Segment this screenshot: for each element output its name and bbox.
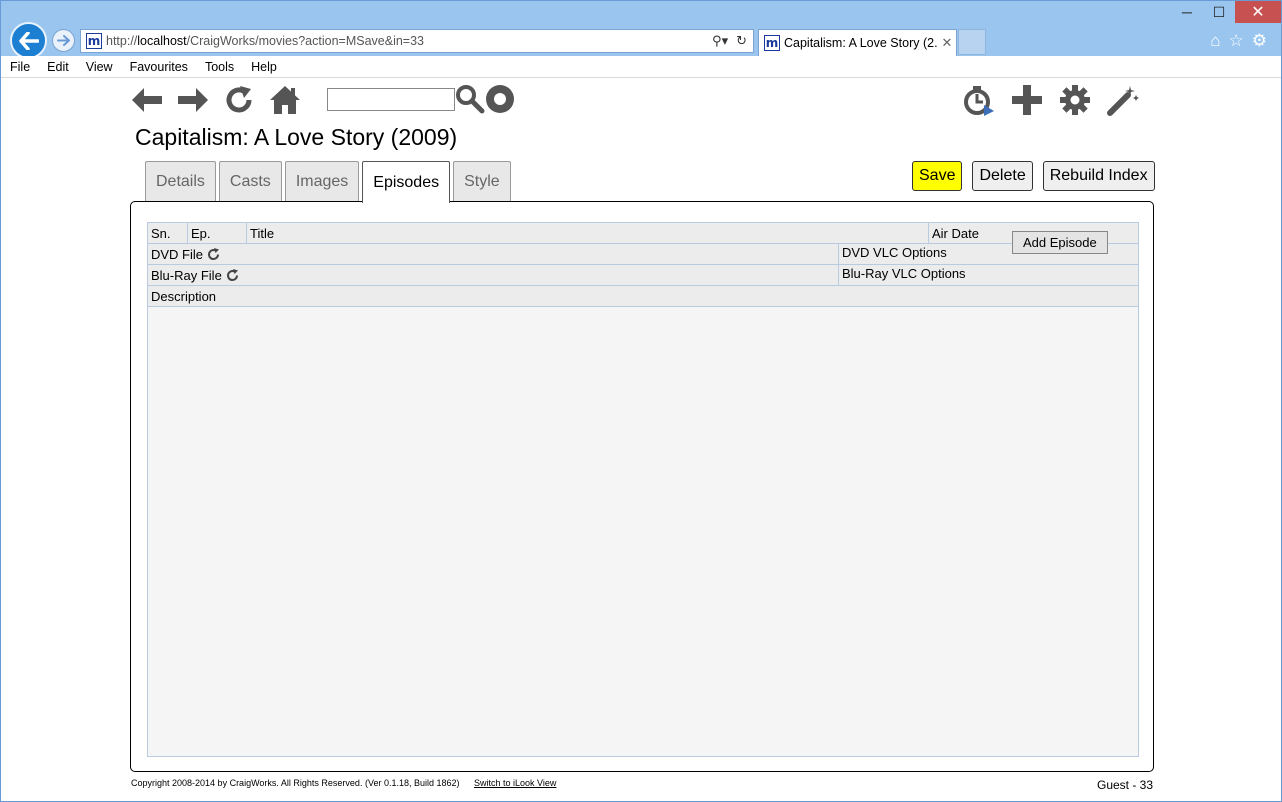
dvd-refresh-icon[interactable] <box>207 247 220 261</box>
browser-right-icons: ⌂ ☆ ⚙ <box>1210 31 1267 51</box>
tab-images[interactable]: Images <box>284 161 360 202</box>
plus-icon <box>1012 85 1042 115</box>
add-episode-button[interactable]: Add Episode <box>1012 231 1108 254</box>
magic-wand-button[interactable] <box>1106 83 1140 117</box>
left-arrow-icon <box>132 88 162 112</box>
refresh-icon[interactable]: ↻ <box>736 33 747 49</box>
page-refresh-button[interactable] <box>222 83 256 117</box>
close-button[interactable]: ✕ <box>1235 1 1281 23</box>
settings-gear-icon[interactable]: ⚙ <box>1252 31 1267 51</box>
action-buttons: Save Delete Rebuild Index <box>912 161 1155 191</box>
back-arrow-icon <box>18 31 39 50</box>
url-path: /CraigWorks/movies?action=MSave&in=33 <box>186 34 425 48</box>
maximize-button[interactable]: ☐ <box>1203 1 1235 23</box>
page-forward-button[interactable] <box>176 83 210 117</box>
browser-window: ─ ☐ ✕ m http://localhost/CraigWorks/movi… <box>0 0 1282 802</box>
description-label: Description <box>151 288 217 304</box>
search-dropdown-icon[interactable]: ⚲▾ <box>712 33 728 49</box>
header-title: Title <box>247 223 929 243</box>
section-tabs: Details Casts Images Episodes Style <box>145 161 511 203</box>
search-button[interactable] <box>455 84 485 114</box>
title-bar: ─ ☐ ✕ m http://localhost/CraigWorks/movi… <box>1 1 1281 59</box>
bluray-vlc-options: Blu-Ray VLC Options <box>842 266 966 281</box>
browser-tab[interactable]: m Capitalism: A Love Story (2... ✕ <box>758 29 957 56</box>
dvd-file-cell: DVD File <box>148 244 839 264</box>
house-icon <box>270 86 300 114</box>
footer: Copyright 2008-2014 by CraigWorks. All R… <box>131 778 556 788</box>
menu-file[interactable]: File <box>10 60 30 74</box>
menu-bar: File Edit View Favourites Tools Help <box>1 56 1281 78</box>
new-tab-button[interactable] <box>958 29 986 55</box>
delete-button[interactable]: Delete <box>972 161 1033 191</box>
page-back-button[interactable] <box>130 83 164 117</box>
grid-header-row: Sn. Ep. Title Air Date <box>148 223 1138 244</box>
menu-favourites[interactable]: Favourites <box>130 60 188 74</box>
window-controls: ─ ☐ ✕ <box>1171 1 1281 25</box>
switch-view-link[interactable]: Switch to iLook View <box>474 778 556 788</box>
page-content: Capitalism: A Love Story (2009) Details … <box>1 78 1281 801</box>
search-input[interactable] <box>327 88 455 111</box>
stopwatch-play-icon <box>964 86 994 116</box>
tab-favicon-icon: m <box>764 35 780 51</box>
menu-view[interactable]: View <box>86 60 113 74</box>
bluray-row: Blu-Ray File Blu-Ray VLC Options <box>148 265 1138 286</box>
url-text[interactable]: http://localhost/CraigWorks/movies?actio… <box>106 34 712 48</box>
tab-casts[interactable]: Casts <box>218 161 282 202</box>
site-favicon-icon: m <box>86 33 102 49</box>
episodes-grid: Sn. Ep. Title Air Date DVD File DVD VLC … <box>147 222 1139 757</box>
minimize-button[interactable]: ─ <box>1171 1 1203 23</box>
favorites-star-icon[interactable]: ☆ <box>1229 31 1244 51</box>
url-prefix: http:// <box>106 34 138 48</box>
dvd-row: DVD File DVD VLC Options <box>148 244 1138 265</box>
add-button[interactable] <box>1010 83 1044 117</box>
tab-details[interactable]: Details <box>145 161 216 202</box>
reload-icon <box>226 86 252 113</box>
back-button[interactable] <box>10 22 47 59</box>
address-bar[interactable]: m http://localhost/CraigWorks/movies?act… <box>80 29 754 53</box>
forward-button[interactable] <box>52 29 75 52</box>
timer-button[interactable] <box>962 83 996 117</box>
forward-arrow-icon <box>57 35 70 46</box>
right-arrow-icon <box>178 88 208 112</box>
gear-icon <box>1060 85 1090 115</box>
tab-episodes[interactable]: Episodes <box>362 161 451 203</box>
menu-help[interactable]: Help <box>251 60 277 74</box>
header-ep: Ep. <box>188 223 247 243</box>
page-title: Capitalism: A Love Story (2009) <box>135 124 458 150</box>
magnifier-icon <box>456 85 485 114</box>
toolbar-left <box>130 83 302 117</box>
tab-close-icon[interactable]: ✕ <box>938 35 956 51</box>
bluray-file-cell: Blu-Ray File <box>148 265 839 285</box>
settings-button[interactable] <box>1058 83 1092 117</box>
address-bar-icons: ⚲▾ ↻ <box>712 33 753 49</box>
home-icon[interactable]: ⌂ <box>1210 31 1220 51</box>
episodes-panel: Sn. Ep. Title Air Date DVD File DVD VLC … <box>130 201 1154 772</box>
browser-tab-title: Capitalism: A Love Story (2... <box>784 36 938 50</box>
bluray-refresh-icon[interactable] <box>226 268 239 282</box>
disc-icon <box>486 85 514 113</box>
menu-edit[interactable]: Edit <box>47 60 69 74</box>
copyright-text: Copyright 2008-2014 by CraigWorks. All R… <box>131 778 460 788</box>
rebuild-index-button[interactable]: Rebuild Index <box>1042 161 1155 191</box>
page-home-button[interactable] <box>268 83 302 117</box>
toolbar-right <box>962 83 1140 117</box>
tab-style[interactable]: Style <box>453 161 511 202</box>
url-host: localhost <box>137 34 187 48</box>
dvd-file-label: DVD File <box>151 246 204 262</box>
menu-tools[interactable]: Tools <box>205 60 234 74</box>
magic-wand-icon <box>1107 86 1139 116</box>
disc-button[interactable] <box>485 84 515 114</box>
user-status: Guest - 33 <box>1097 778 1154 792</box>
header-sn: Sn. <box>148 223 188 243</box>
description-row: Description <box>148 286 1138 307</box>
save-button[interactable]: Save <box>912 161 963 191</box>
bluray-file-label: Blu-Ray File <box>151 267 222 283</box>
